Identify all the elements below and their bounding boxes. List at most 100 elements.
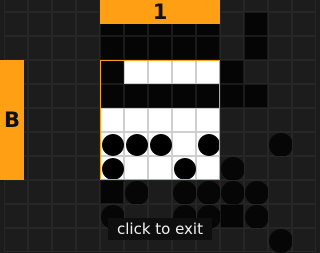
board-cell-black[interactable]: [172, 36, 196, 60]
board-cell-empty[interactable]: [220, 0, 244, 12]
board-cell-empty[interactable]: [4, 228, 28, 252]
board-cell-empty[interactable]: [52, 108, 76, 132]
board-cell-mine[interactable]: [268, 132, 293, 157]
board-cell-empty[interactable]: [52, 60, 76, 84]
board-cell-white[interactable]: [196, 108, 220, 132]
board-cell-empty[interactable]: [292, 12, 316, 36]
board-cell-black[interactable]: [148, 84, 172, 108]
board-cell-empty[interactable]: [292, 84, 316, 108]
board-cell-black[interactable]: [220, 60, 244, 84]
board-cell-empty[interactable]: [292, 36, 316, 60]
board-cell-empty[interactable]: [4, 36, 28, 60]
board-cell-mine[interactable]: [100, 156, 124, 180]
board-cell-empty[interactable]: [268, 204, 292, 228]
board-cell-black[interactable]: [196, 84, 220, 108]
board-cell-empty[interactable]: [76, 84, 100, 108]
board-cell-empty[interactable]: [4, 180, 28, 204]
board-cell-empty[interactable]: [28, 108, 52, 132]
board-cell-black[interactable]: [100, 84, 124, 108]
board-cell-black[interactable]: [124, 84, 148, 108]
exit-button[interactable]: click to exit: [108, 218, 212, 240]
board-cell-black[interactable]: [244, 84, 268, 108]
board-cell-empty[interactable]: [268, 180, 292, 204]
board-cell-empty[interactable]: [76, 60, 100, 84]
board-cell-empty[interactable]: [268, 108, 292, 132]
board-cell-empty[interactable]: [28, 84, 52, 108]
board-cell-empty[interactable]: [292, 204, 316, 228]
board-cell-white[interactable]: [196, 156, 220, 180]
board-cell-white[interactable]: [148, 156, 172, 180]
board-cell-empty[interactable]: [268, 156, 292, 180]
board-cell-empty[interactable]: [220, 36, 244, 60]
board-cell-empty[interactable]: [244, 156, 268, 180]
board-cell-empty[interactable]: [292, 156, 316, 180]
board-cell-black[interactable]: [100, 60, 124, 84]
board-cell-mine[interactable]: [196, 180, 221, 205]
board-cell-empty[interactable]: [148, 180, 172, 204]
board-cell-empty[interactable]: [76, 0, 100, 12]
board-cell-mine[interactable]: [124, 180, 149, 205]
board-cell-mine[interactable]: [100, 132, 124, 156]
board-cell-white[interactable]: [124, 156, 148, 180]
board-cell-black[interactable]: [172, 84, 196, 108]
board-cell-empty[interactable]: [220, 12, 244, 36]
board-cell-mine[interactable]: [268, 228, 293, 253]
board-cell-empty[interactable]: [4, 204, 28, 228]
board-cell-empty[interactable]: [220, 228, 244, 252]
board-cell-empty[interactable]: [244, 228, 268, 252]
board-cell-empty[interactable]: [4, 0, 28, 12]
board-cell-mine[interactable]: [148, 132, 172, 156]
board-cell-empty[interactable]: [28, 228, 52, 252]
board-cell-empty[interactable]: [52, 180, 76, 204]
board-cell-empty[interactable]: [28, 60, 52, 84]
board-cell-black[interactable]: [220, 84, 244, 108]
board-cell-mine[interactable]: [220, 156, 245, 181]
board-cell-empty[interactable]: [76, 228, 100, 252]
board-cell-mine[interactable]: [220, 180, 245, 205]
board-cell-empty[interactable]: [28, 36, 52, 60]
board-cell-empty[interactable]: [52, 84, 76, 108]
board-cell-empty[interactable]: [76, 12, 100, 36]
board-cell-black[interactable]: [220, 204, 244, 228]
board-cell-empty[interactable]: [28, 0, 52, 12]
board-cell-empty[interactable]: [292, 132, 316, 156]
board-cell-empty[interactable]: [28, 12, 52, 36]
board-cell-empty[interactable]: [76, 36, 100, 60]
board-cell-black[interactable]: [148, 36, 172, 60]
board-cell-mine[interactable]: [244, 180, 269, 205]
board-cell-white[interactable]: [124, 60, 148, 84]
board-cell-empty[interactable]: [220, 132, 244, 156]
board-cell-empty[interactable]: [76, 180, 100, 204]
board-cell-empty[interactable]: [292, 228, 316, 252]
board-cell-empty[interactable]: [76, 108, 100, 132]
board-cell-empty[interactable]: [268, 84, 292, 108]
board-cell-black[interactable]: [244, 36, 268, 60]
board-cell-black[interactable]: [244, 12, 268, 36]
board-cell-black[interactable]: [196, 36, 220, 60]
board-cell-mine[interactable]: [172, 156, 196, 180]
board-cell-empty[interactable]: [292, 0, 316, 12]
board-cell-empty[interactable]: [52, 228, 76, 252]
board-cell-empty[interactable]: [52, 156, 76, 180]
board-cell-white[interactable]: [124, 108, 148, 132]
board-cell-white[interactable]: [172, 60, 196, 84]
board-cell-empty[interactable]: [244, 0, 268, 12]
board-cell-empty[interactable]: [52, 0, 76, 12]
board-cell-white[interactable]: [172, 108, 196, 132]
board-cell-empty[interactable]: [244, 60, 268, 84]
board-cell-empty[interactable]: [76, 156, 100, 180]
board-cell-empty[interactable]: [28, 180, 52, 204]
board-cell-empty[interactable]: [52, 132, 76, 156]
board-cell-empty[interactable]: [244, 132, 268, 156]
board-cell-white[interactable]: [100, 108, 124, 132]
board-cell-empty[interactable]: [28, 132, 52, 156]
board-cell-black[interactable]: [100, 180, 124, 204]
board-cell-empty[interactable]: [220, 108, 244, 132]
board-cell-empty[interactable]: [244, 108, 268, 132]
board-cell-empty[interactable]: [76, 132, 100, 156]
board-cell-empty[interactable]: [268, 0, 292, 12]
board-cell-black[interactable]: [100, 36, 124, 60]
board-cell-white[interactable]: [148, 108, 172, 132]
board-cell-white[interactable]: [196, 60, 220, 84]
board-cell-empty[interactable]: [4, 12, 28, 36]
